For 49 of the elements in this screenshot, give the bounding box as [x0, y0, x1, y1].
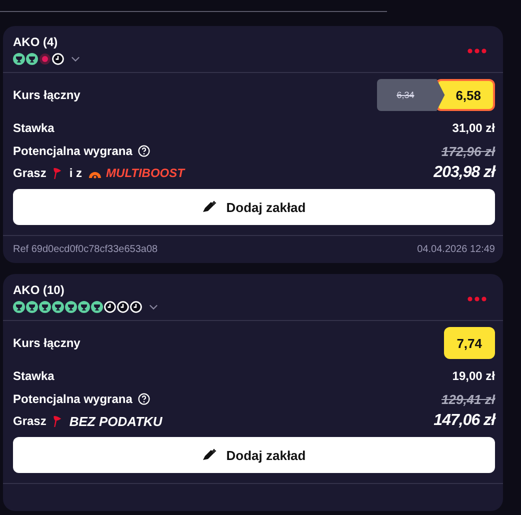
trophy-icon — [13, 53, 25, 65]
flag-icon — [52, 166, 64, 180]
bet-date: 04.04.2026 12:49 — [417, 244, 495, 256]
add-bet-button[interactable]: Dodaj zakład — [13, 189, 495, 225]
clock-icon — [104, 301, 116, 313]
chevron-down-icon[interactable] — [149, 304, 158, 310]
trophy-icon — [26, 53, 38, 65]
bet-reference: Ref 69d0ecd0f0c78cf33e653a08 — [13, 244, 158, 256]
trophy-icon — [78, 301, 90, 313]
win-label: Potencjalna wygrana — [13, 144, 132, 158]
multiboost-logo: MULTIBOOST — [106, 166, 184, 180]
trophy-icon — [26, 301, 38, 313]
odds-label: Kurs łączny — [13, 336, 80, 350]
help-icon[interactable] — [138, 393, 150, 405]
flag-icon — [52, 414, 64, 428]
win-label: Potencjalna wygrana — [13, 392, 132, 406]
more-icon[interactable] — [467, 48, 487, 54]
trophy-icon — [65, 301, 77, 313]
clock-icon — [130, 301, 142, 313]
bonus-label: Grasz — [13, 166, 46, 180]
trophy-icon — [52, 301, 64, 313]
lost-dot-icon — [39, 53, 51, 65]
trophy-icon — [39, 301, 51, 313]
more-icon[interactable] — [467, 296, 487, 302]
trophy-icon — [13, 301, 25, 313]
stake-label: Stawka — [13, 121, 54, 135]
tax-free-logo: BEZ PODATKU — [69, 414, 162, 428]
bet-title: AKO (10) — [13, 283, 66, 297]
win-amount: 203,98 zł — [434, 164, 495, 182]
stake-label: Stawka — [13, 369, 54, 383]
stake-value: 19,00 zł — [452, 369, 495, 383]
odds-value: 7,74 — [444, 327, 495, 359]
help-icon[interactable] — [138, 145, 150, 157]
bonus-text: i z — [69, 166, 82, 180]
win-amount: 147,06 zł — [434, 412, 495, 430]
trophy-icon — [91, 301, 103, 313]
edit-icon — [202, 448, 218, 462]
clock-icon — [117, 301, 129, 313]
stake-value: 31,00 zł — [452, 121, 495, 135]
bet-title: AKO (4) — [13, 35, 59, 49]
bonus-label: Grasz — [13, 414, 46, 428]
old-win-amount: 129,41 zł — [442, 392, 495, 406]
edit-icon — [202, 200, 218, 214]
clock-icon — [52, 53, 64, 65]
odds-label: Kurs łączny — [13, 88, 80, 102]
add-bet-button[interactable]: Dodaj zakład — [13, 437, 495, 473]
old-win-amount: 172,96 zł — [442, 144, 495, 158]
chevron-down-icon[interactable] — [71, 56, 80, 62]
odds-value: 6,58 — [434, 79, 495, 111]
